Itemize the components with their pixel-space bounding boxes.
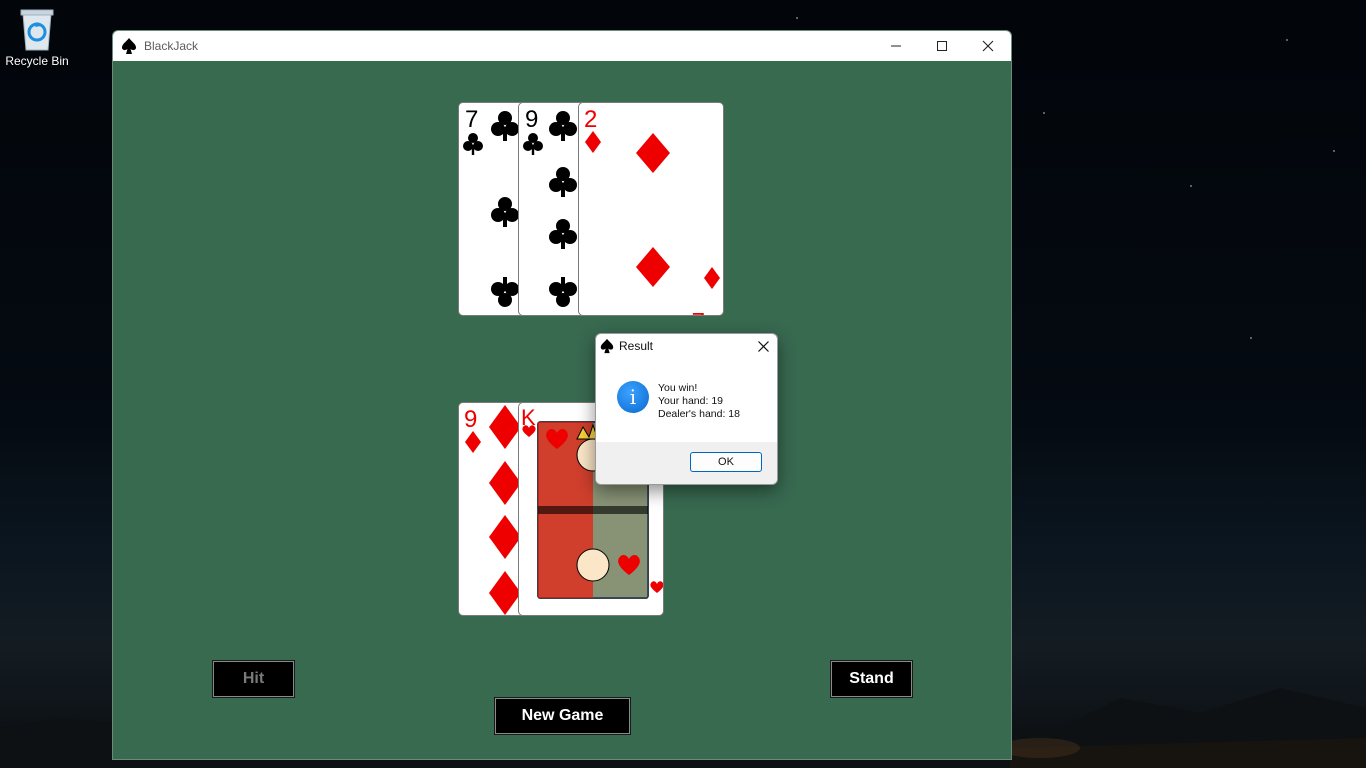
dialog-title: Result bbox=[619, 339, 654, 353]
card-rank: 9 bbox=[464, 406, 477, 433]
hit-button[interactable]: Hit bbox=[213, 661, 294, 697]
dialog-footer: OK bbox=[596, 442, 777, 484]
title-bar[interactable]: BlackJack bbox=[113, 31, 1011, 61]
message-line-1: You win! bbox=[658, 382, 698, 394]
new-game-button[interactable]: New Game bbox=[495, 698, 630, 734]
ok-button[interactable]: OK bbox=[690, 452, 762, 472]
minimize-button[interactable] bbox=[873, 31, 919, 61]
recycle-bin-icon bbox=[17, 6, 57, 52]
card-rank-bottom: K bbox=[634, 612, 649, 616]
card-rank: 2 bbox=[584, 106, 597, 133]
minimize-icon bbox=[891, 45, 901, 47]
card-rank-bottom: 2 bbox=[692, 307, 705, 316]
message-line-3: Dealer's hand: 18 bbox=[658, 408, 740, 420]
info-icon: i bbox=[617, 381, 649, 413]
close-icon bbox=[757, 340, 769, 352]
stand-button[interactable]: Stand bbox=[831, 661, 912, 697]
recycle-bin[interactable]: Recycle Bin bbox=[4, 6, 70, 68]
blackjack-window: BlackJack 7 9 2 9 K Hit Stand New Game bbox=[112, 30, 1012, 760]
spade-app-icon bbox=[120, 37, 138, 55]
dialog-close-button[interactable] bbox=[755, 338, 771, 354]
dialog-message: You win! Your hand: 19 Dealer's hand: 18 bbox=[658, 382, 740, 421]
message-line-2: Your hand: 19 bbox=[658, 395, 724, 407]
card-rank: 7 bbox=[465, 106, 478, 133]
window-title: BlackJack bbox=[144, 39, 199, 53]
result-dialog: Result i You win! Your hand: 19 Dealer's… bbox=[595, 333, 778, 485]
dialog-title-bar[interactable]: Result bbox=[596, 334, 777, 358]
maximize-button[interactable] bbox=[919, 31, 965, 61]
card-rank: 9 bbox=[525, 106, 538, 133]
recycle-bin-label: Recycle Bin bbox=[5, 54, 69, 68]
maximize-icon bbox=[937, 41, 947, 51]
dealer-card-3: 2 2 bbox=[578, 102, 724, 316]
spade-app-icon bbox=[599, 338, 615, 354]
close-button[interactable] bbox=[965, 31, 1011, 61]
close-icon bbox=[982, 40, 994, 52]
